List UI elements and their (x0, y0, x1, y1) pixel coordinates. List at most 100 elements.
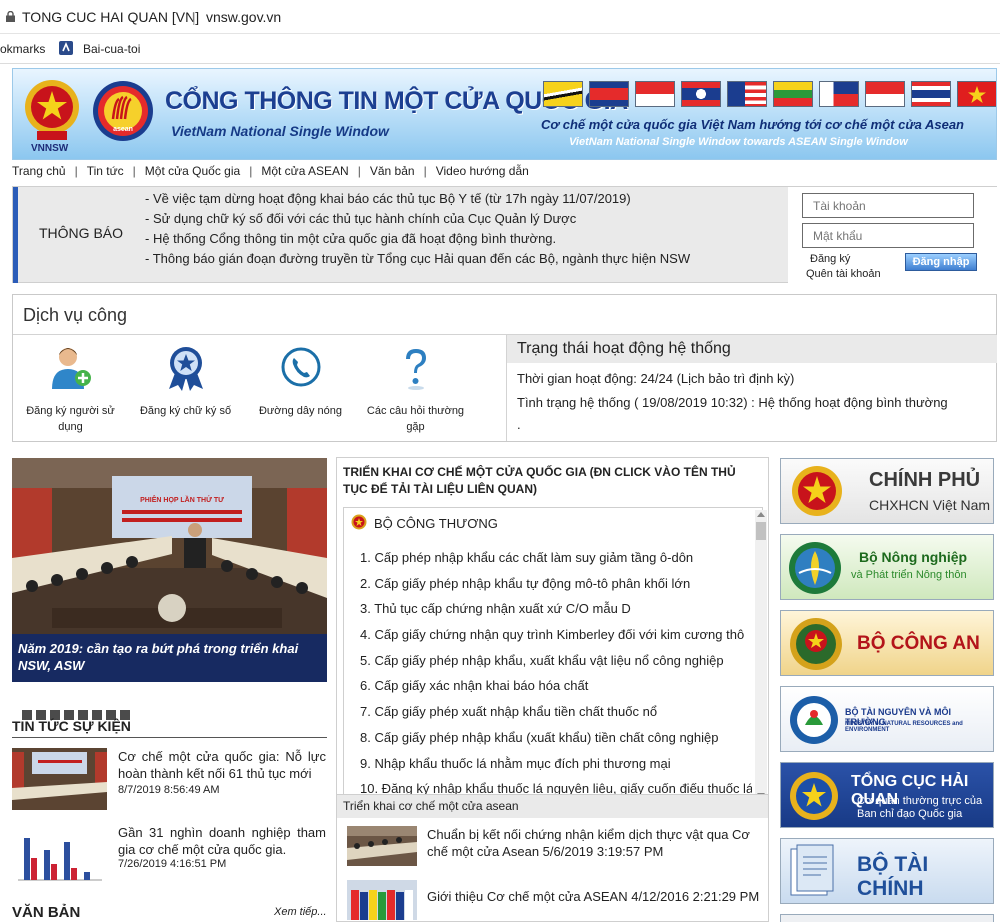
scroll-up-arrow-icon[interactable] (757, 512, 765, 517)
username-input[interactable] (802, 193, 974, 218)
tab-title: TONG CUC HAI QUAN [VN] (22, 9, 200, 25)
agriculture-logo-icon (789, 542, 841, 594)
partner-title: BỘ TÀI CHÍNH (857, 853, 929, 900)
nav-item-asean-window[interactable]: Một cửa ASEAN (261, 162, 348, 180)
procedure-item[interactable]: 1. Cấp phép nhập khẩu các chất làm suy g… (360, 550, 752, 576)
news-section-title: TIN TỨC SỰ KIỆN (12, 718, 131, 734)
procedure-item[interactable]: 6. Cấp giấy xác nhận khai báo hóa chất (360, 678, 752, 704)
bookmarks-bar: okmarks Bai-cua-toi (0, 34, 1000, 64)
procedure-item[interactable]: 8. Cấp giấy phép nhập khẩu (xuất khẩu) t… (360, 730, 752, 756)
asean-logo-icon: asean (93, 81, 153, 141)
scroll-thumb[interactable] (756, 522, 766, 540)
partner-title: BỘ CÔNG AN (857, 633, 980, 654)
login-box: Đăng ký Quên tài khoản Đăng nhập (788, 187, 997, 283)
vietnam-flag-icon (957, 81, 996, 107)
customs-emblem-icon (790, 772, 838, 820)
public-services-panel: Dịch vụ công Đăng ký người sử dụng Đăng … (12, 294, 997, 442)
news-date: 8/7/2019 8:56:49 AM (118, 784, 220, 796)
brunei-flag-icon (543, 81, 583, 107)
finance-document-icon (790, 844, 834, 896)
public-services-header: Dịch vụ công (13, 295, 996, 335)
partner-title: CHÍNH PHỦ (869, 469, 981, 491)
question-icon (406, 349, 426, 390)
system-status-panel: Trạng thái hoạt động hệ thống Thời gian … (506, 335, 997, 441)
nav-item-videos[interactable]: Video hướng dẫn (436, 162, 529, 180)
nav-item-national-window[interactable]: Một cửa Quốc gia (145, 162, 240, 180)
password-input[interactable] (802, 223, 974, 248)
partner-banner-government[interactable]: CHÍNH PHỦ CHXHCN Việt Nam (780, 458, 994, 524)
forgot-account-link[interactable]: Quên tài khoản (806, 268, 881, 280)
news-item[interactable]: Gần 31 nghìn doanh nghiệp tham gia cơ ch… (12, 824, 327, 890)
procedures-panel: TRIỂN KHAI CƠ CHẾ MỘT CỬA QUỐC GIA (ĐN C… (336, 457, 769, 922)
procedure-item[interactable]: 5. Cấp giấy phép nhập khẩu, xuất khẩu vậ… (360, 653, 752, 679)
procedure-item[interactable]: 2. Cấp giấy phép nhập khẩu tự động mô-tô… (360, 576, 752, 602)
bookmark-bookmarks[interactable]: okmarks (0, 42, 45, 56)
procedure-item[interactable]: 9. Nhập khẩu thuốc lá nhằm mục đích phi … (360, 756, 752, 782)
procedures-scrollbar[interactable] (755, 510, 767, 802)
uptime-text: Thời gian hoạt động: 24/24 (Lịch bảo trì… (517, 371, 795, 386)
procedures-list-box[interactable]: BỘ CÔNG THƯƠNG 1. Cấp phép nhập khẩu các… (343, 507, 763, 807)
service-hotline[interactable]: Đường dây nóng (243, 335, 358, 441)
partner-banner-finance[interactable]: BỘ TÀI CHÍNH (780, 838, 994, 904)
partner-banner-environment[interactable]: BỘ TÀI NGUYÊN VÀ MÔI TRƯỜNG MINISTRY of … (780, 686, 994, 752)
notice-list: - Về việc tạm dừng hoạt động khai báo cá… (145, 189, 690, 269)
nav-item-home[interactable]: Trang chủ (12, 162, 66, 180)
laos-flag-icon (681, 81, 721, 107)
bookmark-favicon-icon (59, 41, 73, 55)
asean-news-title[interactable]: Giới thiệu Cơ chế một cửa ASEAN 4/12/201… (427, 888, 762, 905)
news-item[interactable]: Cơ chế một cửa quốc gia: Nỗ lực hoàn thà… (12, 748, 327, 814)
news-title[interactable]: Gần 31 nghìn doanh nghiệp tham gia cơ ch… (118, 824, 326, 858)
medal-icon (169, 347, 203, 391)
procedure-item[interactable]: 3. Thủ tục cấp chứng nhận xuất xứ C/O mẫ… (360, 601, 752, 627)
banner-subtitle: VietNam National Single Window (171, 123, 389, 139)
news-thumbnail (12, 748, 107, 810)
thailand-flag-icon (911, 81, 951, 107)
partner-banner-customs[interactable]: TỔNG CỤC HẢI QUAN Cơ quan thường trực củ… (780, 762, 994, 828)
partner-banner-agriculture[interactable]: Bộ Nông nghiệp và Phát triển Nông thôn (780, 534, 994, 600)
url-text[interactable]: vnsw.gov.vn (206, 9, 281, 25)
service-register-user[interactable]: Đăng ký người sử dụng (13, 335, 128, 441)
nav-item-documents[interactable]: Văn bản (370, 162, 415, 180)
main-nav: Trang chủ | Tin tức | Một cửa Quốc gia | Một c… (12, 162, 529, 180)
service-faq[interactable]: Các câu hỏi thường gặp (358, 335, 473, 441)
environment-logo-icon (790, 696, 838, 744)
featured-caption-bar: Năm 2019: cần tạo ra bứt phá trong triển… (12, 634, 327, 682)
banner-right-line2: VietNam National Single Window towards A… (569, 136, 908, 148)
asean-news-item[interactable]: Chuẩn bị kết nối chứng nhận kiểm dịch th… (347, 826, 767, 866)
asean-news-thumbnail (347, 880, 417, 920)
cambodia-flag-icon (589, 81, 629, 107)
procedures-list: 1. Cấp phép nhập khẩu các chất làm suy g… (360, 550, 752, 806)
login-button[interactable]: Đăng nhập (905, 253, 977, 271)
banner-right-line1: Cơ chế một cửa quốc gia Việt Nam hướng t… (541, 117, 964, 132)
nav-item-news[interactable]: Tin tức (87, 162, 124, 180)
notice-accent-bar (13, 187, 18, 283)
notice-item[interactable]: - Sử dụng chữ ký số đối với các thủ tục … (145, 209, 690, 229)
documents-more-link[interactable]: Xem tiếp... (274, 906, 327, 918)
featured-caption[interactable]: Năm 2019: cần tạo ra bứt phá trong triển… (18, 640, 327, 674)
police-badge-icon (790, 618, 842, 670)
user-add-icon (52, 348, 91, 389)
lock-icon (6, 11, 15, 22)
browser-address-bar[interactable]: TONG CUC HAI QUAN [VN] | vnsw.gov.vn (0, 0, 1000, 34)
asean-news-title[interactable]: Chuẩn bị kết nối chứng nhận kiểm dịch th… (427, 826, 762, 860)
featured-news-image[interactable]: PHIÊN HỌP LẦN THỨ TƯ Năm 2019: cần tạo r… (12, 458, 327, 682)
public-services-title: Dịch vụ công (23, 305, 128, 325)
singapore-flag-icon (865, 81, 905, 107)
procedure-item[interactable]: 4. Cấp giấy chứng nhận quy trình Kimberl… (360, 627, 752, 653)
bookmark-bai-cua-toi[interactable]: Bai-cua-toi (83, 42, 140, 56)
service-digital-signature[interactable]: Đăng ký chữ ký số (128, 335, 243, 441)
vnnsw-label: VNNSW (31, 143, 69, 154)
service-label: Các câu hỏi thường gặp (366, 405, 465, 433)
service-label: Đăng ký chữ ký số (139, 405, 232, 417)
partner-title: Bộ Nông nghiệp (859, 549, 968, 565)
register-link[interactable]: Đăng ký (810, 253, 850, 265)
news-title[interactable]: Cơ chế một cửa quốc gia: Nỗ lực hoàn thà… (118, 748, 326, 782)
asean-news-item[interactable]: Giới thiệu Cơ chế một cửa ASEAN 4/12/201… (347, 880, 767, 920)
procedure-item[interactable]: 7. Cấp giấy phép xuất nhập khẩu tiền chấ… (360, 704, 752, 730)
partner-banner-police[interactable]: BỘ CÔNG AN (780, 610, 994, 676)
notice-item[interactable]: - Hệ thống Cổng thông tin một cửa quốc g… (145, 229, 690, 249)
system-status-header: Trạng thái hoạt động hệ thống (507, 335, 997, 363)
notice-item[interactable]: - Thông báo gián đoạn đường truyền từ Tổ… (145, 249, 690, 269)
partner-banner-partial (780, 914, 994, 922)
notice-item[interactable]: - Về việc tạm dừng hoạt động khai báo cá… (145, 189, 690, 209)
